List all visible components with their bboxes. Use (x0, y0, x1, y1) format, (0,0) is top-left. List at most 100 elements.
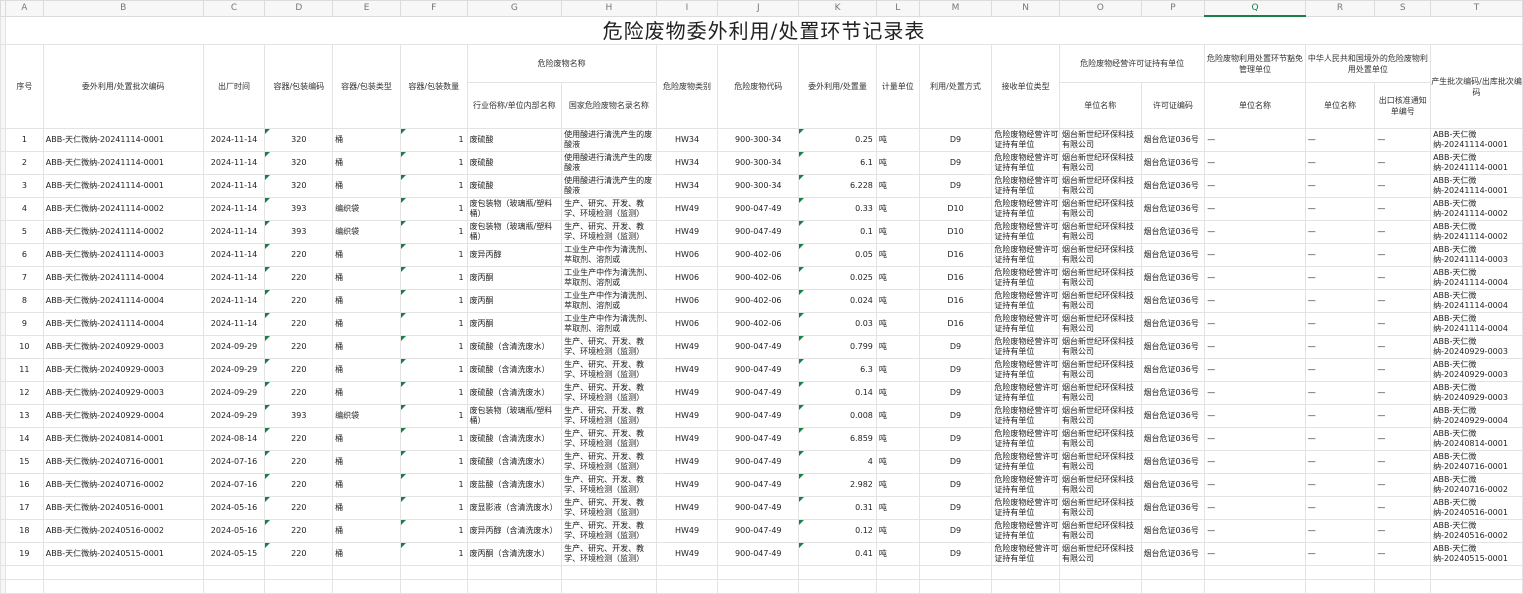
cell-method[interactable]: D9 (918, 151, 993, 175)
cell-batch[interactable]: ABB-天仁微纳-20241114-0004 (42, 266, 204, 290)
cell-production-batch[interactable]: ABB-天仁微纳-20240929-0004 (1430, 404, 1523, 428)
cell-receiver-type[interactable]: 危险废物经营许可证持有单位 (991, 243, 1060, 267)
cell-seq[interactable]: 16 (4, 473, 44, 497)
cell-national-name[interactable]: 生产、研究、开发、教学、环境检测（监测） (561, 197, 657, 221)
header-export-notice[interactable]: 出口核准通知单编号 (1374, 82, 1432, 129)
cell-exempt-unit[interactable]: — (1204, 197, 1306, 221)
empty-cell[interactable] (264, 579, 334, 594)
cell-unit[interactable]: 吨 (875, 335, 920, 359)
cell-foreign-unit[interactable]: — (1304, 197, 1376, 221)
cell-national-name[interactable]: 工业生产中作为清洗剂、萃取剂、溶剂或 (561, 289, 657, 313)
header-category[interactable]: 危险废物类别 (655, 44, 719, 129)
empty-cell[interactable] (717, 565, 800, 580)
cell-code[interactable]: 900-047-49 (717, 450, 800, 474)
empty-cell[interactable] (798, 565, 877, 580)
cell-foreign-unit[interactable]: — (1304, 542, 1376, 566)
cell-exempt-unit[interactable]: — (1204, 151, 1306, 175)
cell-export-notice[interactable]: — (1374, 335, 1432, 359)
header-batch[interactable]: 委外利用/处置批次编码 (42, 44, 204, 129)
cell-container-code[interactable]: 320 (264, 151, 334, 175)
cell-unit[interactable]: 吨 (875, 381, 920, 405)
cell-license-no[interactable]: 烟台危证036号 (1140, 450, 1206, 474)
header-container-code[interactable]: 容器/包装编码 (264, 44, 334, 129)
cell-container-type[interactable]: 桶 (332, 358, 401, 382)
cell-container-code[interactable]: 320 (264, 128, 334, 152)
cell-foreign-unit[interactable]: — (1304, 404, 1376, 428)
cell-license-no[interactable]: 烟台危证036号 (1140, 427, 1206, 451)
cell-method[interactable]: D9 (918, 519, 993, 543)
cell-unit[interactable]: 吨 (875, 266, 920, 290)
cell-seq[interactable]: 7 (4, 266, 44, 290)
cell-foreign-unit[interactable]: — (1304, 266, 1376, 290)
cell-foreign-unit[interactable]: — (1304, 151, 1376, 175)
cell-container-qty[interactable]: 1 (399, 358, 468, 382)
cell-amount[interactable]: 0.31 (798, 496, 877, 520)
empty-cell[interactable] (875, 565, 920, 580)
cell-batch[interactable]: ABB-天仁微纳-20240814-0001 (42, 427, 204, 451)
cell-batch[interactable]: ABB-天仁微纳-20241114-0002 (42, 197, 204, 221)
cell-container-qty[interactable]: 1 (399, 381, 468, 405)
cell-license-unit[interactable]: 烟台新世纪环保科技有限公司 (1058, 128, 1142, 152)
cell-industry-name[interactable]: 废丙酮（含清洗废水） (466, 542, 563, 566)
cell-industry-name[interactable]: 废丙酮 (466, 289, 563, 313)
cell-receiver-type[interactable]: 危险废物经营许可证持有单位 (991, 128, 1060, 152)
cell-foreign-unit[interactable]: — (1304, 335, 1376, 359)
cell-license-unit[interactable]: 烟台新世纪环保科技有限公司 (1058, 197, 1142, 221)
column-header-k[interactable]: K (798, 0, 877, 17)
cell-amount[interactable]: 4 (798, 450, 877, 474)
cell-batch[interactable]: ABB-天仁微纳-20240515-0001 (42, 542, 204, 566)
cell-national-name[interactable]: 生产、研究、开发、教学、环境检测（监测） (561, 220, 657, 244)
cell-license-no[interactable]: 烟台危证036号 (1140, 312, 1206, 336)
cell-container-code[interactable]: 220 (264, 450, 334, 474)
cell-container-code[interactable]: 220 (264, 496, 334, 520)
column-header-e[interactable]: E (332, 0, 401, 17)
cell-national-name[interactable]: 工业生产中作为清洗剂、萃取剂、溶剂或 (561, 312, 657, 336)
empty-cell[interactable] (264, 565, 334, 580)
column-header-m[interactable]: M (918, 0, 993, 17)
cell-license-no[interactable]: 烟台危证036号 (1140, 404, 1206, 428)
cell-date[interactable]: 2024-08-14 (202, 427, 266, 451)
cell-unit[interactable]: 吨 (875, 220, 920, 244)
cell-receiver-type[interactable]: 危险废物经营许可证持有单位 (991, 519, 1060, 543)
cell-date[interactable]: 2024-09-29 (202, 381, 266, 405)
cell-seq[interactable]: 12 (4, 381, 44, 405)
cell-container-qty[interactable]: 1 (399, 243, 468, 267)
cell-container-code[interactable]: 220 (264, 335, 334, 359)
cell-unit[interactable]: 吨 (875, 289, 920, 313)
cell-foreign-unit[interactable]: — (1304, 450, 1376, 474)
cell-container-type[interactable]: 桶 (332, 542, 401, 566)
cell-container-type[interactable]: 桶 (332, 496, 401, 520)
cell-container-code[interactable]: 393 (264, 220, 334, 244)
cell-batch[interactable]: ABB-天仁微纳-20241114-0003 (42, 243, 204, 267)
cell-container-type[interactable]: 桶 (332, 427, 401, 451)
sheet-title[interactable]: 危险废物委外利用/处置环节记录表 (4, 15, 1523, 45)
cell-date[interactable]: 2024-09-29 (202, 335, 266, 359)
cell-national-name[interactable]: 生产、研究、开发、教学、环境检测（监测） (561, 358, 657, 382)
empty-cell[interactable] (399, 579, 468, 594)
cell-batch[interactable]: ABB-天仁微纳-20240929-0003 (42, 381, 204, 405)
cell-date[interactable]: 2024-05-16 (202, 496, 266, 520)
cell-industry-name[interactable]: 废硫酸（含清洗废水） (466, 358, 563, 382)
cell-license-no[interactable]: 烟台危证036号 (1140, 151, 1206, 175)
empty-cell[interactable] (4, 579, 44, 594)
cell-national-name[interactable]: 生产、研究、开发、教学、环境检测（监测） (561, 473, 657, 497)
cell-seq[interactable]: 18 (4, 519, 44, 543)
empty-cell[interactable] (1140, 565, 1206, 580)
empty-cell[interactable] (875, 579, 920, 594)
cell-foreign-unit[interactable]: — (1304, 289, 1376, 313)
cell-batch[interactable]: ABB-天仁微纳-20240516-0001 (42, 496, 204, 520)
cell-amount[interactable]: 0.024 (798, 289, 877, 313)
cell-code[interactable]: 900-047-49 (717, 542, 800, 566)
cell-batch[interactable]: ABB-天仁微纳-20241114-0001 (42, 128, 204, 152)
cell-container-code[interactable]: 220 (264, 358, 334, 382)
cell-container-code[interactable]: 220 (264, 266, 334, 290)
cell-method[interactable]: D9 (918, 542, 993, 566)
column-header-p[interactable]: P (1140, 0, 1206, 17)
cell-receiver-type[interactable]: 危险废物经营许可证持有单位 (991, 450, 1060, 474)
cell-method[interactable]: D9 (918, 381, 993, 405)
cell-industry-name[interactable]: 废包装物（玻璃瓶/塑料桶） (466, 220, 563, 244)
cell-code[interactable]: 900-047-49 (717, 404, 800, 428)
empty-cell[interactable] (1140, 579, 1206, 594)
cell-method[interactable]: D10 (918, 220, 993, 244)
header-foreign-unit-name[interactable]: 单位名称 (1304, 82, 1376, 129)
